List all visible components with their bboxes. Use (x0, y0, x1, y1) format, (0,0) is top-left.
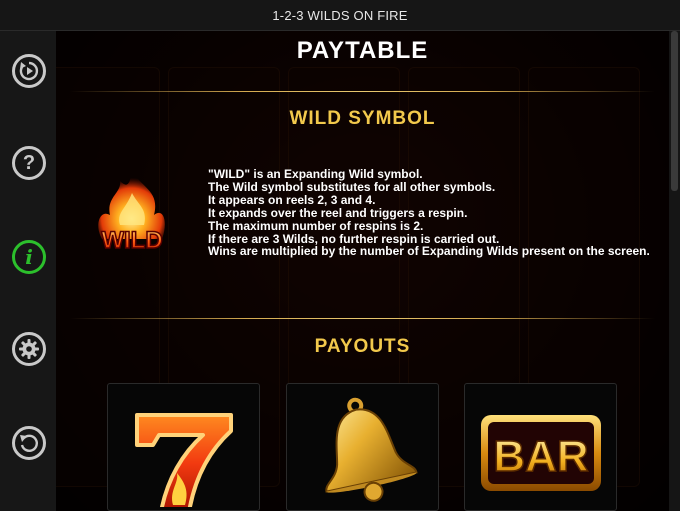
payouts-section-heading: PAYOUTS (314, 336, 411, 357)
lucky-seven-icon (134, 413, 233, 507)
page-title: PAYTABLE (296, 37, 429, 64)
autoplay-button[interactable] (12, 54, 46, 88)
scrollbar-thumb[interactable] (671, 31, 678, 191)
sidebar: ? i (0, 31, 56, 511)
description-line: The maximum number of respins is 2. (208, 218, 424, 233)
paytable-panel: PAYTABLE WILD SYMBOL WILD "WILD" is an E… (56, 31, 669, 511)
payout-card-bar[interactable]: BAR (464, 383, 617, 511)
description-line: It expands over the reel and triggers a … (208, 205, 468, 220)
wild-description: "WILD" is an Expanding Wild symbol. The … (208, 168, 658, 258)
info-button[interactable]: i (12, 240, 46, 274)
gold-divider (70, 91, 655, 92)
settings-button[interactable] (12, 332, 46, 366)
bar-symbol-label: BAR (493, 432, 588, 481)
payout-card-seven[interactable] (107, 383, 260, 511)
gear-icon (19, 339, 39, 359)
description-line: Wins are multiplied by the number of Exp… (208, 244, 650, 259)
bar-icon: BAR (480, 415, 601, 491)
game-title: 1-2-3 WILDS ON FIRE (272, 7, 408, 23)
wild-symbol-label: WILD (101, 227, 162, 254)
description-line: The Wild symbol substitutes for all othe… (208, 179, 496, 194)
help-button[interactable]: ? (12, 146, 46, 180)
back-button[interactable] (12, 426, 46, 460)
payout-card-bell[interactable] (286, 383, 439, 511)
description-line: It appears on reels 2, 3 and 4. (208, 192, 376, 207)
back-arrow-icon (20, 434, 38, 452)
replay-play-icon (19, 61, 39, 81)
question-icon: ? (22, 152, 36, 174)
gold-divider (70, 318, 655, 319)
scrollbar[interactable] (669, 31, 680, 511)
wild-section-heading: WILD SYMBOL (289, 108, 436, 129)
bell-icon (324, 397, 418, 502)
info-icon: i (25, 245, 33, 269)
wild-fire-icon: WILD (98, 171, 165, 255)
title-bar: 1-2-3 WILDS ON FIRE (0, 0, 680, 31)
description-line: "WILD" is an Expanding Wild symbol. (208, 167, 423, 181)
